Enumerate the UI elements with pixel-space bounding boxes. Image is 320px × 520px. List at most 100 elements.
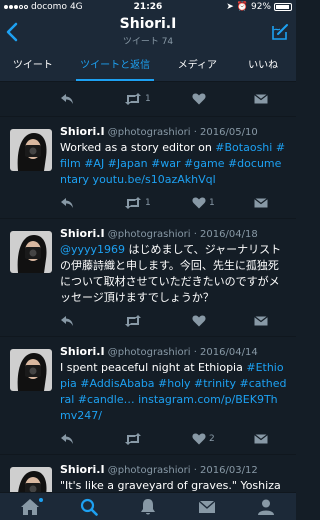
unread-dot xyxy=(39,498,44,502)
tweet-text: @yyyy1969 はじめまして、ジャーナリストの伊藤詩織と申します。今回、先生… xyxy=(60,243,282,304)
display-name[interactable]: Shiori.I xyxy=(60,227,105,240)
compose-icon xyxy=(272,24,288,40)
retweet-icon xyxy=(125,93,141,105)
retweet-count: 1 xyxy=(145,198,151,208)
tweet-text: I spent peaceful night at Ethiopia #Ethi… xyxy=(60,361,287,422)
reply-button[interactable] xyxy=(60,93,124,105)
tweet-date: · 2016/03/12 xyxy=(193,465,258,476)
reply-button[interactable] xyxy=(60,433,124,445)
bell-icon xyxy=(141,498,155,514)
app-root: docomo 4G 21:26 ➤ ⏰ 92% Shiori.I ツイート 74 xyxy=(0,0,296,520)
tweet-text: "It's like a graveyard of graves." Yoshi… xyxy=(60,479,281,492)
heart-icon xyxy=(192,93,206,105)
tab-home[interactable] xyxy=(0,493,59,520)
location-icon: ➤ xyxy=(226,2,234,12)
battery-icon xyxy=(274,3,292,11)
retweet-button[interactable] xyxy=(124,315,192,327)
tweet-feed[interactable]: 1 Shiori.I @photograshiori · 2016/05/10 … xyxy=(0,82,296,492)
retweet-button[interactable]: 1 xyxy=(124,93,192,105)
display-name[interactable]: Shiori.I xyxy=(60,463,105,476)
retweet-count: 1 xyxy=(145,94,151,104)
envelope-icon xyxy=(254,198,268,208)
tab-likes[interactable]: いいね xyxy=(230,50,296,81)
compose-button[interactable] xyxy=(270,22,290,42)
retweet-icon xyxy=(125,197,141,209)
avatar[interactable] xyxy=(10,231,52,273)
reply-button[interactable] xyxy=(60,197,124,209)
nav-bar: Shiori.I ツイート 74 xyxy=(0,14,296,50)
profile-photo xyxy=(10,349,52,391)
user-handle: @photograshiori xyxy=(107,127,191,138)
alarm-icon: ⏰ xyxy=(236,2,248,12)
profile-photo xyxy=(10,467,52,492)
retweet-icon xyxy=(125,433,141,445)
user-handle: @photograshiori xyxy=(107,465,191,476)
tab-tweets[interactable]: ツイート xyxy=(0,50,66,81)
chevron-left-icon xyxy=(6,22,18,42)
reply-icon xyxy=(61,316,73,326)
tweet-date: · 2016/05/10 xyxy=(193,127,258,138)
tweet-actions xyxy=(60,306,288,336)
like-button[interactable] xyxy=(192,315,254,327)
tweet-date: · 2016/04/18 xyxy=(193,229,258,240)
tweet-actions: 2 xyxy=(60,424,288,454)
user-handle: @photograshiori xyxy=(107,229,191,240)
tweet-count: ツイート 74 xyxy=(122,37,174,47)
tweet-date: · 2016/04/14 xyxy=(193,347,258,358)
share-button[interactable] xyxy=(254,198,274,208)
retweet-button[interactable]: 1 xyxy=(124,197,192,209)
avatar[interactable] xyxy=(10,467,52,492)
tab-media[interactable]: メディア xyxy=(164,50,230,81)
retweet-button[interactable] xyxy=(124,433,192,445)
like-button[interactable]: 2 xyxy=(192,433,254,445)
tab-me[interactable] xyxy=(237,493,296,520)
tweet[interactable]: Shiori.I @photograshiori · 2016/03/12 "I… xyxy=(0,454,296,492)
mention-link[interactable]: @yyyy1969 xyxy=(60,243,125,256)
bottom-tab-bar xyxy=(0,492,296,520)
profile-photo xyxy=(10,231,52,273)
avatar[interactable] xyxy=(10,129,52,171)
tab-messages[interactable] xyxy=(178,493,237,520)
reply-icon xyxy=(61,198,73,208)
tweet[interactable]: Shiori.I @photograshiori · 2016/05/10 Wo… xyxy=(0,116,296,218)
like-button[interactable]: 1 xyxy=(192,197,254,209)
share-button[interactable] xyxy=(254,316,274,326)
page-title: Shiori.I xyxy=(119,16,177,32)
tweet[interactable]: Shiori.I @photograshiori · 2016/04/14 I … xyxy=(0,336,296,454)
share-button[interactable] xyxy=(254,434,274,444)
like-count: 2 xyxy=(209,434,215,444)
reply-button[interactable] xyxy=(60,315,124,327)
reply-icon xyxy=(61,94,73,104)
retweet-icon xyxy=(125,315,141,327)
share-button[interactable] xyxy=(254,94,274,104)
battery-percent: 92% xyxy=(250,2,271,12)
tab-search[interactable] xyxy=(59,493,118,520)
tab-notifications[interactable] xyxy=(118,493,177,520)
display-name[interactable]: Shiori.I xyxy=(60,125,105,138)
reply-icon xyxy=(61,434,73,444)
back-button[interactable] xyxy=(4,22,22,42)
tweet[interactable]: Shiori.I @photograshiori · 2016/04/18 @y… xyxy=(0,218,296,336)
tweet-actions: 1 1 xyxy=(60,188,288,218)
heart-icon xyxy=(192,315,206,327)
profile-photo xyxy=(10,129,52,171)
tweet-text: Worked as a story editor on #Botaoshi #f… xyxy=(60,141,286,186)
profile-tabs: ツイート ツイートと返信 メディア いいね xyxy=(0,50,296,82)
tweet-actions: 1 xyxy=(0,82,296,116)
like-count: 1 xyxy=(209,198,215,208)
heart-icon xyxy=(192,197,206,209)
tab-tweets-and-replies[interactable]: ツイートと返信 xyxy=(66,50,165,81)
status-bar: docomo 4G 21:26 ➤ ⏰ 92% xyxy=(0,0,296,14)
person-icon xyxy=(258,499,275,515)
home-icon xyxy=(20,498,39,515)
envelope-icon xyxy=(254,94,268,104)
envelope-icon xyxy=(254,434,268,444)
search-icon xyxy=(80,498,98,516)
display-name[interactable]: Shiori.I xyxy=(60,345,105,358)
like-button[interactable] xyxy=(192,93,254,105)
user-handle: @photograshiori xyxy=(107,347,191,358)
avatar[interactable] xyxy=(10,349,52,391)
envelope-icon xyxy=(254,316,268,326)
heart-icon xyxy=(192,433,206,445)
mail-icon xyxy=(198,499,216,513)
